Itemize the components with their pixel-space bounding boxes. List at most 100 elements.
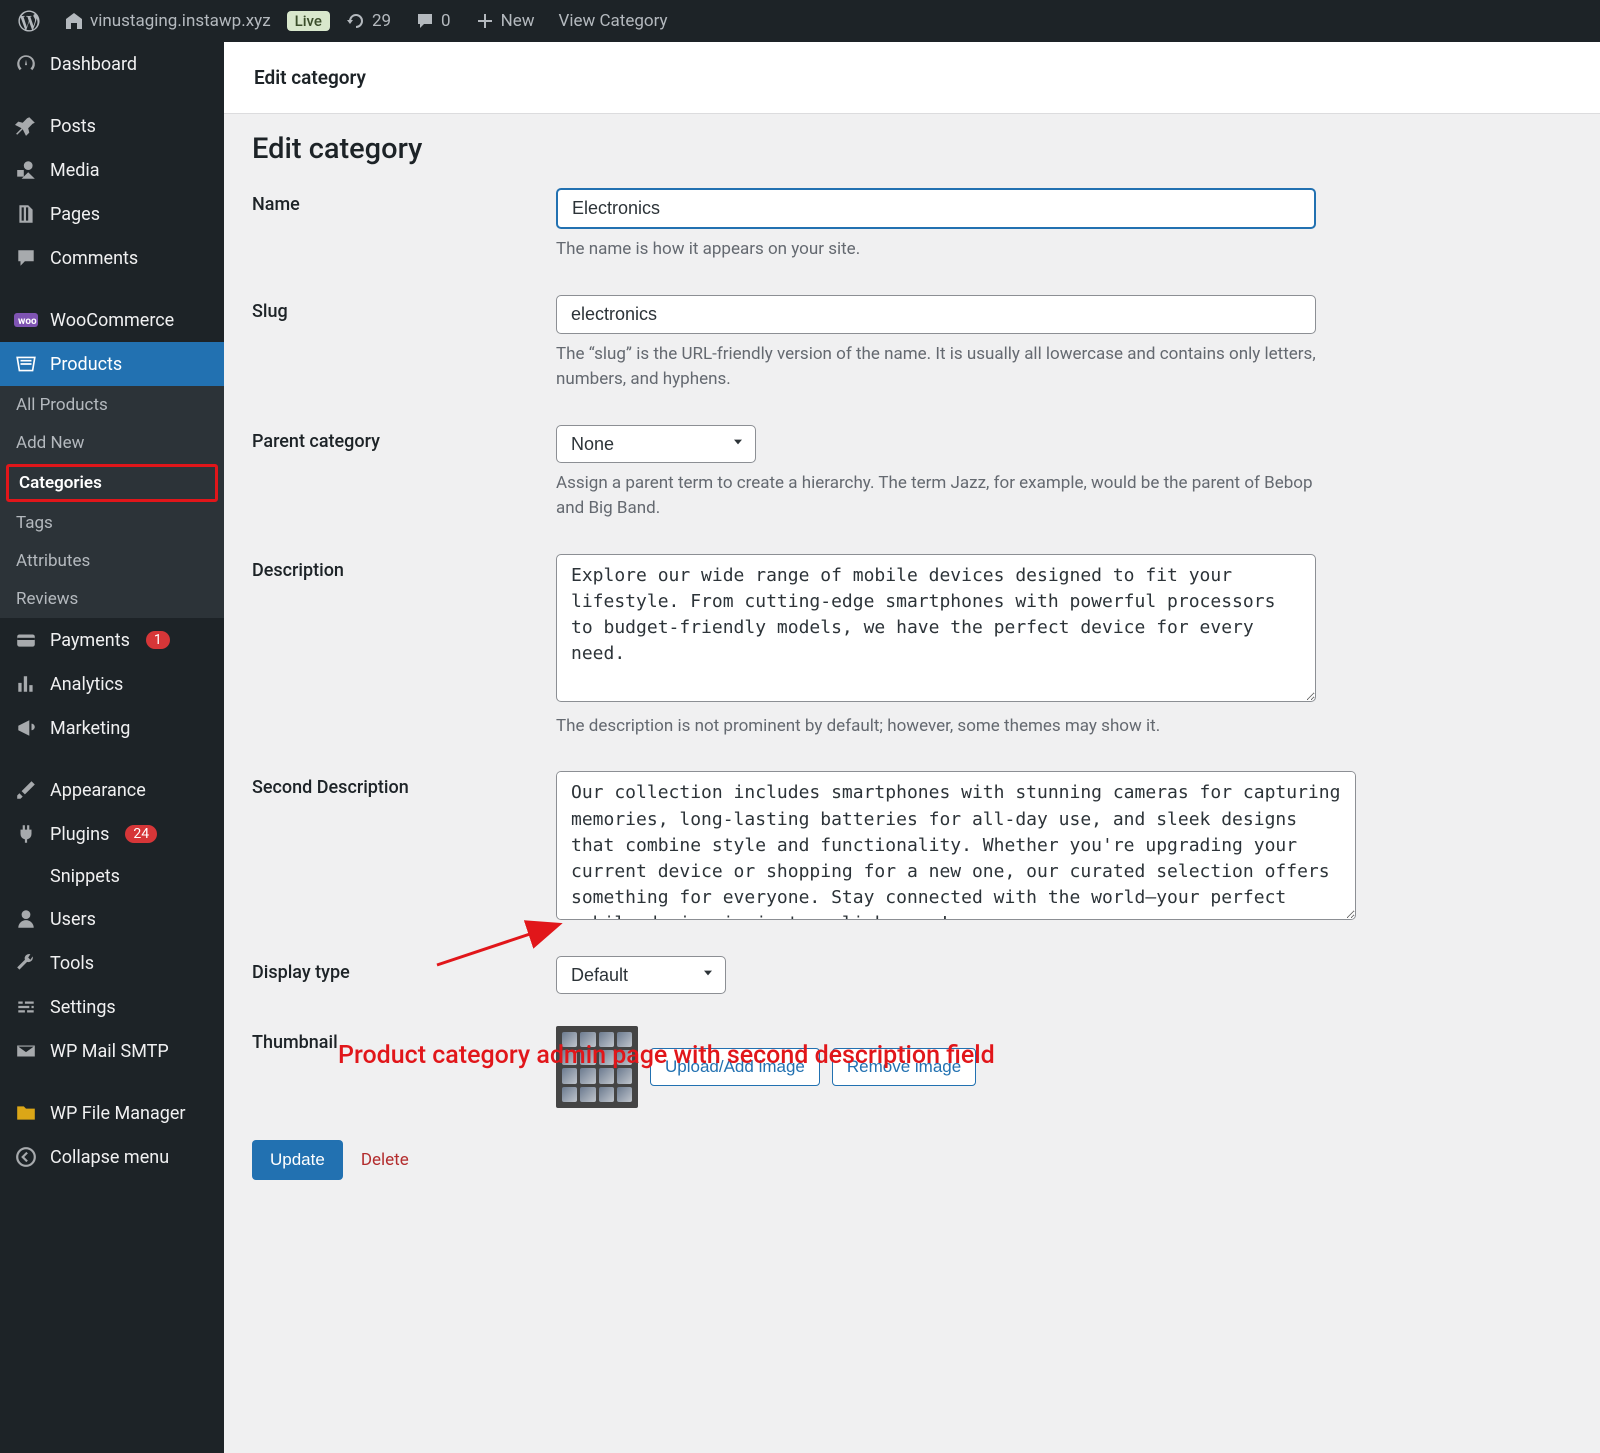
sidebar-item-payments[interactable]: Payments 1 xyxy=(0,618,224,662)
sidebar-item-users[interactable]: Users xyxy=(0,897,224,941)
sidebar-item-label: WP File Manager xyxy=(50,1103,186,1124)
name-help: The name is how it appears on your site. xyxy=(556,237,1316,263)
view-category-link[interactable]: View Category xyxy=(551,0,676,42)
name-label: Name xyxy=(252,188,532,215)
chart-icon xyxy=(14,672,38,696)
sidebar-item-wpfile[interactable]: WP File Manager xyxy=(0,1091,224,1135)
row-parent: Parent category None Assign a parent ter… xyxy=(252,425,1572,522)
sidebar-collapse[interactable]: Collapse menu xyxy=(0,1135,224,1179)
sidebar-item-label: WooCommerce xyxy=(50,310,174,331)
sidebar-item-label: Comments xyxy=(50,248,138,269)
admin-bar: vinustaging.instawp.xyz Live 29 0 New Vi… xyxy=(0,0,1600,42)
page-header-title: Edit category xyxy=(254,66,1570,89)
comment-icon xyxy=(415,11,435,31)
sidebar-item-label: Media xyxy=(50,160,100,181)
row-name: Name The name is how it appears on your … xyxy=(252,188,1572,263)
parent-label: Parent category xyxy=(252,425,532,452)
brush-icon xyxy=(14,778,38,802)
payments-badge: 1 xyxy=(146,631,170,649)
submenu-all-products[interactable]: All Products xyxy=(0,386,224,424)
sidebar-item-label: Settings xyxy=(50,997,116,1018)
plus-icon xyxy=(475,11,495,31)
wrench-icon xyxy=(14,951,38,975)
products-submenu: All Products Add New Categories Tags Att… xyxy=(0,386,224,618)
sidebar-item-label: WP Mail SMTP xyxy=(50,1041,169,1062)
sidebar-item-comments[interactable]: Comments xyxy=(0,236,224,280)
sidebar-item-marketing[interactable]: Marketing xyxy=(0,706,224,750)
description-help: The description is not prominent by defa… xyxy=(556,714,1316,740)
submenu-attributes[interactable]: Attributes xyxy=(0,542,224,580)
plugin-icon xyxy=(14,822,38,846)
sidebar-item-label: Plugins xyxy=(50,824,109,845)
sidebar-item-products[interactable]: Products xyxy=(0,342,224,386)
pin-icon xyxy=(14,114,38,138)
wp-logo[interactable] xyxy=(10,0,48,42)
annotation-arrow-icon xyxy=(432,920,572,970)
view-category-label: View Category xyxy=(559,11,668,31)
comment-icon xyxy=(14,246,38,270)
sidebar-item-woocommerce[interactable]: woo WooCommerce xyxy=(0,298,224,342)
svg-text:woo: woo xyxy=(18,316,37,327)
sidebar-item-dashboard[interactable]: Dashboard xyxy=(0,42,224,86)
parent-select[interactable]: None xyxy=(556,425,756,463)
sidebar-item-appearance[interactable]: Appearance xyxy=(0,768,224,812)
name-input[interactable] xyxy=(556,188,1316,229)
sliders-icon xyxy=(14,995,38,1019)
sidebar-item-analytics[interactable]: Analytics xyxy=(0,662,224,706)
sidebar-item-label: Tools xyxy=(50,953,94,974)
submenu-categories[interactable]: Categories xyxy=(6,464,218,502)
slug-label: Slug xyxy=(252,295,532,322)
revisions-count: 29 xyxy=(372,11,391,31)
sidebar-item-label: Posts xyxy=(50,116,96,137)
second-description-label: Second Description xyxy=(252,771,532,798)
display-type-select[interactable]: Default xyxy=(556,956,726,994)
sidebar-item-settings[interactable]: Settings xyxy=(0,985,224,1029)
plugins-badge: 24 xyxy=(125,825,157,843)
main-panel: Edit category Edit category Name The nam… xyxy=(224,42,1600,1453)
folder-icon xyxy=(14,1101,38,1125)
comments-link[interactable]: 0 xyxy=(407,0,459,42)
revisions-link[interactable]: 29 xyxy=(338,0,399,42)
annotation-text: Product category admin page with second … xyxy=(338,1041,995,1070)
user-icon xyxy=(14,907,38,931)
row-description: Description Explore our wide range of mo… xyxy=(252,554,1572,740)
site-name-link[interactable]: vinustaging.instawp.xyz xyxy=(56,0,279,42)
row-second-description: Second Description Our collection includ… xyxy=(252,771,1572,923)
description-textarea[interactable]: Explore our wide range of mobile devices… xyxy=(556,554,1316,702)
sidebar-item-tools[interactable]: Tools xyxy=(0,941,224,985)
update-button[interactable]: Update xyxy=(252,1140,343,1180)
live-badge[interactable]: Live xyxy=(287,11,330,31)
new-link[interactable]: New xyxy=(467,0,543,42)
screen-title: Edit category xyxy=(252,132,1572,166)
submenu-tags[interactable]: Tags xyxy=(0,504,224,542)
sidebar-item-media[interactable]: Media xyxy=(0,148,224,192)
sidebar-item-wpmail[interactable]: WP Mail SMTP xyxy=(0,1029,224,1073)
sidebar-item-label: Payments xyxy=(50,630,130,651)
media-icon xyxy=(14,158,38,182)
wordpress-icon xyxy=(18,10,40,32)
sidebar-item-label: Users xyxy=(50,909,96,930)
dashboard-icon xyxy=(14,52,38,76)
site-name-text: vinustaging.instawp.xyz xyxy=(90,11,271,31)
admin-sidebar: Dashboard Posts Media Pages Comments woo… xyxy=(0,42,224,1453)
parent-help: Assign a parent term to create a hierarc… xyxy=(556,471,1316,522)
sidebar-item-snippets[interactable]: Snippets xyxy=(0,856,224,897)
slug-input[interactable] xyxy=(556,295,1316,334)
page-header: Edit category xyxy=(224,42,1600,114)
sidebar-item-label: Products xyxy=(50,354,122,375)
second-description-textarea[interactable]: Our collection includes smartphones with… xyxy=(556,771,1356,919)
comments-count: 0 xyxy=(441,11,451,31)
new-label: New xyxy=(501,11,535,31)
refresh-icon xyxy=(346,11,366,31)
sidebar-item-posts[interactable]: Posts xyxy=(0,104,224,148)
products-icon xyxy=(14,352,38,376)
row-slug: Slug The “slug” is the URL-friendly vers… xyxy=(252,295,1572,393)
sidebar-item-label: Marketing xyxy=(50,718,130,739)
sidebar-item-plugins[interactable]: Plugins 24 xyxy=(0,812,224,856)
submenu-add-new[interactable]: Add New xyxy=(0,424,224,462)
sidebar-item-pages[interactable]: Pages xyxy=(0,192,224,236)
delete-link[interactable]: Delete xyxy=(361,1150,409,1170)
submenu-reviews[interactable]: Reviews xyxy=(0,580,224,618)
description-label: Description xyxy=(252,554,532,581)
megaphone-icon xyxy=(14,716,38,740)
